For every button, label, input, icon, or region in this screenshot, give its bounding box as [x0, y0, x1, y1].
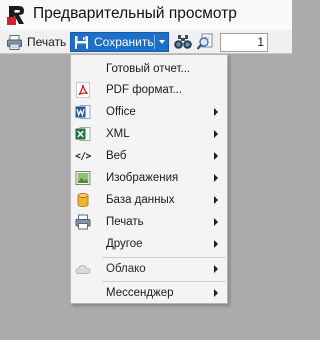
menu-item-label: Другое: [106, 238, 143, 250]
toolbar: Печать Сохранить 1: [0, 30, 292, 54]
chevron-right-icon: [214, 130, 218, 138]
menu-item-label: Office: [106, 106, 136, 118]
magnifier-page-icon[interactable]: [196, 33, 214, 51]
chevron-right-icon: [214, 240, 218, 248]
menu-item-xml[interactable]: XML: [72, 123, 226, 145]
menu-item-prepared-report[interactable]: Готовый отчет...: [72, 58, 226, 80]
chevron-right-icon: [214, 265, 218, 273]
menu-item-label: PDF формат...: [106, 84, 183, 96]
menu-item-label: XML: [106, 128, 130, 140]
floppy-disk-icon: [75, 35, 88, 49]
menu-item-label: Печать: [106, 216, 144, 228]
menu-item-cloud[interactable]: Облако: [72, 258, 226, 280]
menu-item-print[interactable]: Печать: [72, 211, 226, 233]
chevron-right-icon: [214, 218, 218, 226]
save-dropdown-menu: Готовый отчет... PDF формат... Office XM…: [70, 54, 228, 304]
menu-item-pdf[interactable]: PDF формат...: [72, 79, 226, 101]
save-button-label: Сохранить: [94, 35, 154, 49]
chevron-right-icon: [214, 174, 218, 182]
fastreport-logo-icon: [7, 6, 24, 25]
print-button-label: Печать: [27, 35, 67, 49]
page-number-input[interactable]: 1: [220, 33, 268, 52]
menu-item-label: База данных: [106, 194, 175, 206]
menu-item-images[interactable]: Изображения: [72, 167, 226, 189]
word-icon: [75, 104, 91, 120]
save-button-divider: [154, 35, 155, 49]
menu-item-label: Изображения: [106, 172, 179, 184]
menu-item-label: Мессенджер: [106, 287, 174, 299]
chevron-right-icon: [214, 196, 218, 204]
excel-icon: [75, 126, 91, 142]
menu-item-office[interactable]: Office: [72, 101, 226, 123]
menu-item-label: Готовый отчет...: [106, 63, 191, 75]
print-button[interactable]: Печать: [3, 32, 69, 52]
menu-item-web[interactable]: </> Веб: [72, 145, 226, 167]
database-icon: [75, 192, 91, 208]
menu-item-label: Веб: [106, 150, 127, 162]
title-bar: Предварительный просмотр: [0, 0, 292, 30]
menu-item-other[interactable]: Другое: [72, 233, 226, 255]
chevron-right-icon: [214, 289, 218, 297]
chevron-right-icon: [214, 152, 218, 160]
menu-item-database[interactable]: База данных: [72, 189, 226, 211]
code-tag-icon: </>: [75, 150, 91, 162]
binoculars-icon[interactable]: [174, 34, 192, 50]
menu-item-label: Облако: [106, 263, 146, 275]
image-icon: [75, 170, 91, 186]
save-button[interactable]: Сохранить: [70, 32, 169, 52]
cloud-icon: [75, 261, 91, 277]
chevron-right-icon: [214, 108, 218, 116]
menu-item-messenger[interactable]: Мессенджер: [72, 282, 226, 304]
chevron-down-icon[interactable]: [159, 40, 165, 44]
pdf-icon: [75, 82, 91, 98]
printer-icon: [7, 34, 22, 50]
printer-icon: [75, 214, 91, 230]
window-title: Предварительный просмотр: [33, 5, 237, 22]
